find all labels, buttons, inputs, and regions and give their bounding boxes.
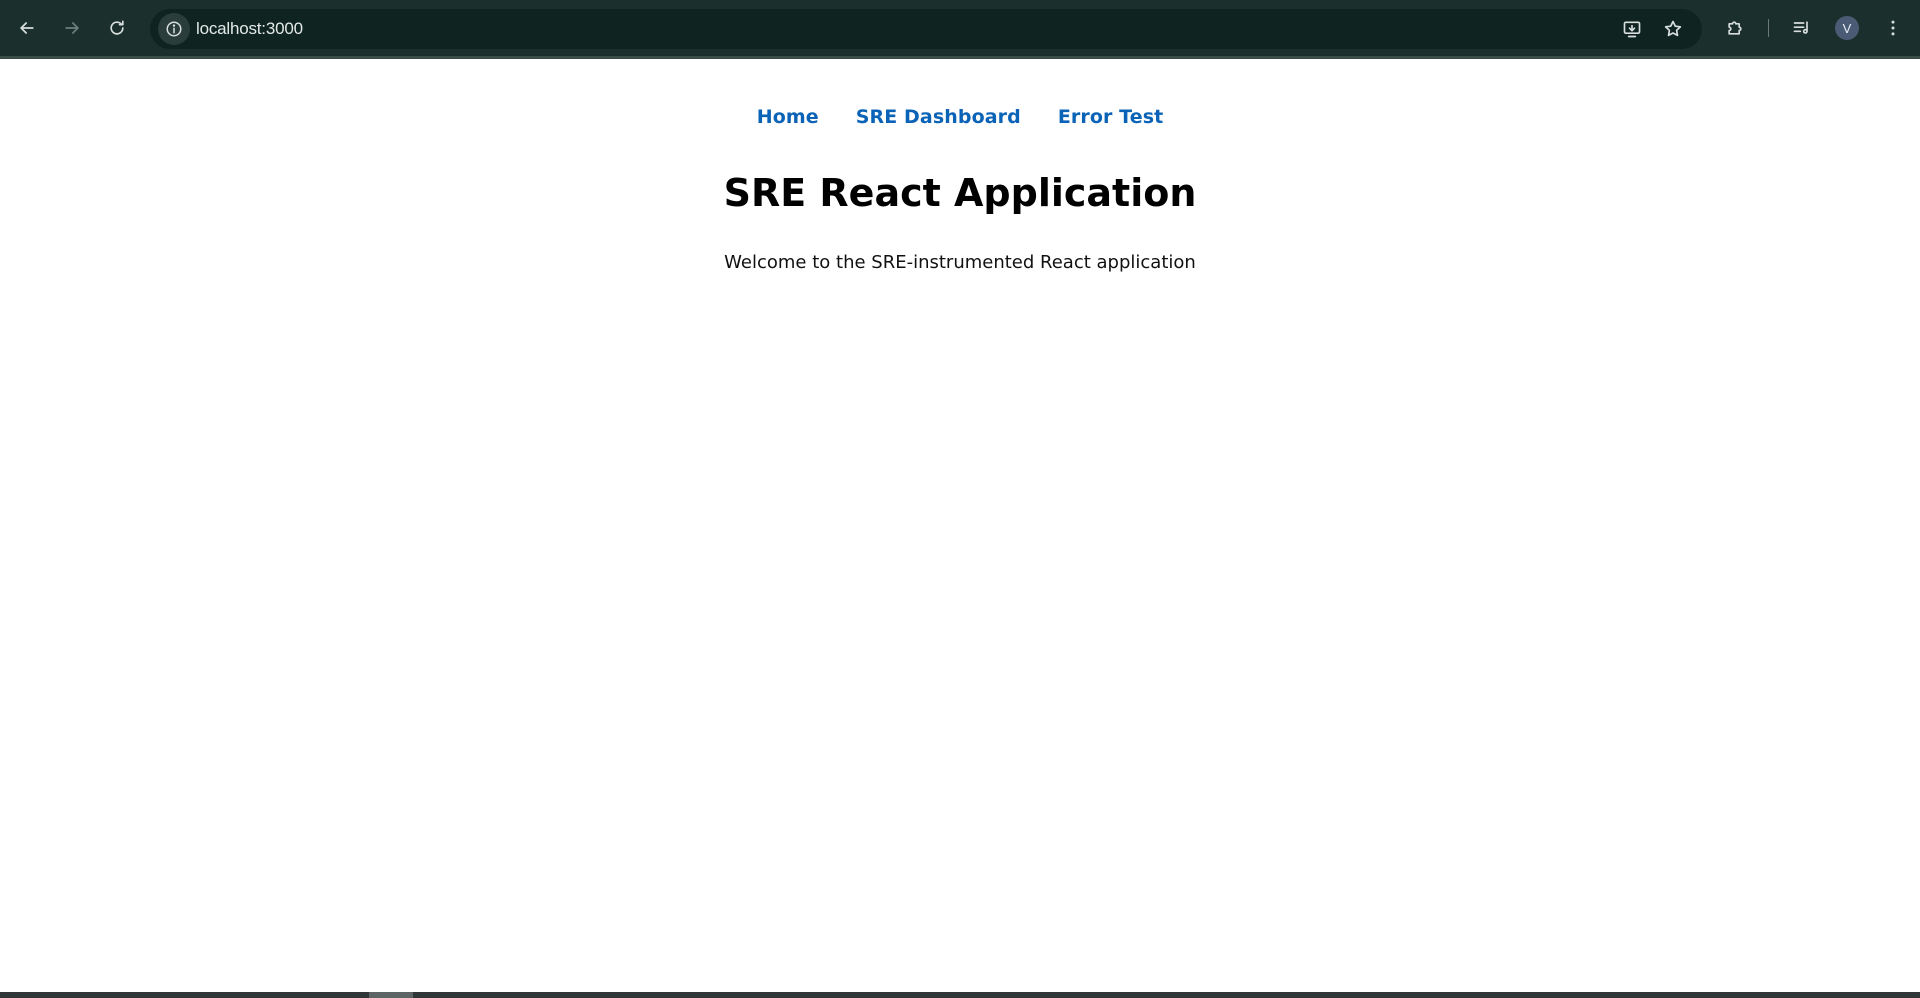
nav-link-home[interactable]: Home (757, 106, 819, 128)
back-button[interactable] (10, 11, 44, 45)
horizontal-scrollbar[interactable] (0, 992, 1920, 998)
forward-button[interactable] (55, 11, 89, 45)
arrow-right-icon (65, 22, 79, 34)
address-bar[interactable]: localhost:3000 (150, 9, 1702, 49)
profile-avatar[interactable]: V (1835, 16, 1859, 40)
reload-button[interactable] (100, 11, 134, 45)
queue-music-icon (1793, 21, 1808, 34)
app-nav: Home SRE Dashboard Error Test (0, 106, 1920, 128)
browser-menu-button[interactable] (1877, 12, 1909, 44)
puzzle-icon (1728, 21, 1742, 35)
page-title: SRE React Application (723, 171, 1197, 215)
toolbar-divider (1768, 19, 1769, 37)
install-app-icon (1623, 21, 1641, 38)
install-app-button[interactable] (1618, 15, 1646, 43)
info-icon (166, 21, 182, 37)
extensions-button[interactable] (1719, 12, 1751, 44)
star-icon (1664, 20, 1682, 37)
url-text[interactable]: localhost:3000 (196, 19, 303, 39)
bookmark-star-button[interactable] (1659, 15, 1687, 43)
nav-link-error-test[interactable]: Error Test (1058, 106, 1163, 128)
page-content: Home SRE Dashboard Error Test SRE React … (0, 59, 1920, 992)
more-vertical-icon (1891, 20, 1895, 36)
browser-toolbar: localhost:3000 V (0, 0, 1920, 59)
nav-link-sre-dashboard[interactable]: SRE Dashboard (856, 106, 1021, 128)
scrollbar-thumb[interactable] (369, 992, 413, 998)
site-info-button[interactable] (158, 13, 190, 45)
arrow-left-icon (20, 22, 34, 34)
page-subtitle: Welcome to the SRE-instrumented React ap… (724, 252, 1196, 273)
reload-icon (110, 20, 124, 35)
media-controls-button[interactable] (1786, 12, 1818, 44)
